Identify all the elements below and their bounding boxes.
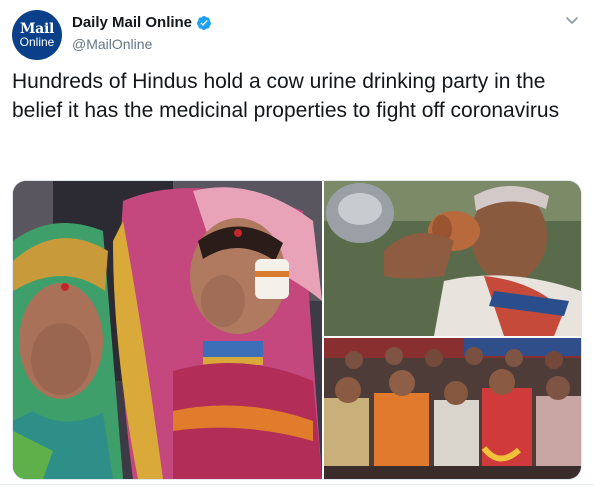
display-name-row[interactable]: Daily Mail Online [72, 14, 212, 32]
photo-man-drinking[interactable] [324, 181, 581, 336]
tweet-text: Hundreds of Hindus hold a cow urine drin… [12, 70, 560, 122]
photo-group-gathering-image [324, 338, 581, 479]
display-name[interactable]: Daily Mail Online [72, 14, 192, 32]
photo-group-gathering[interactable] [324, 338, 581, 479]
photo-women-drinking[interactable] [13, 181, 322, 479]
avatar[interactable]: Mail Online [12, 10, 62, 60]
tweet-card: Mail Online Daily Mail Online @MailOnlin… [0, 0, 594, 490]
account-info: Daily Mail Online @MailOnline [72, 14, 212, 53]
media-grid [12, 180, 582, 480]
photo-man-drinking-image [324, 181, 581, 336]
avatar-wordmark-top: Mail [19, 20, 54, 37]
avatar-wordmark-bottom: Online [19, 34, 55, 49]
account-handle[interactable]: @MailOnline [72, 35, 212, 53]
verified-badge-icon [197, 16, 212, 30]
photo-women-drinking-image [13, 181, 322, 479]
chevron-down-icon[interactable] [564, 12, 580, 28]
tweet-divider [0, 484, 594, 485]
